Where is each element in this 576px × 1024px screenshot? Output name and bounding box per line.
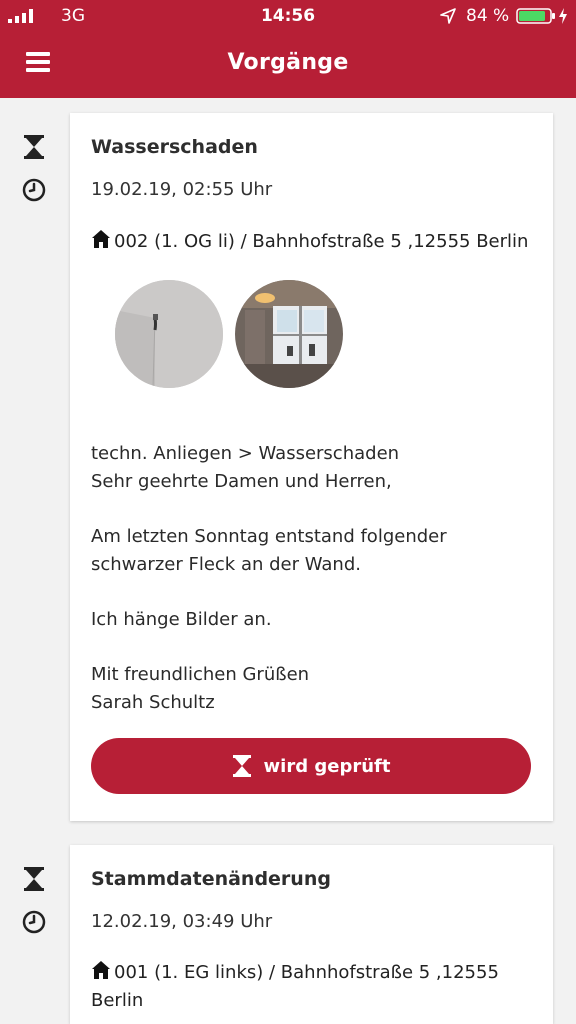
case-card[interactable]: Wasserschaden 19.02.19, 02:55 Uhr 002 (1…	[70, 113, 553, 821]
hourglass-icon	[232, 755, 251, 777]
message-body-line: schwarzer Fleck an der Wand.	[91, 554, 361, 575]
battery-icon	[516, 8, 555, 24]
clock-icon	[22, 178, 46, 202]
hourglass-icon	[24, 135, 44, 159]
status-button[interactable]: wird geprüft	[91, 738, 531, 794]
battery-percentage: 84 %	[466, 6, 510, 26]
case-date: 12.02.19, 03:49 Uhr	[91, 911, 273, 932]
location-arrow-icon	[440, 8, 456, 24]
message-body-line: Am letzten Sonntag entstand folgender	[91, 526, 447, 547]
case-card[interactable]: Stammdatenänderung 12.02.19, 03:49 Uhr 0…	[70, 845, 553, 1024]
case-title: Stammdatenänderung	[91, 868, 331, 890]
message-attachment-note: Ich hänge Bilder an.	[91, 609, 272, 630]
home-icon	[92, 230, 110, 248]
clock-icon	[22, 910, 46, 934]
case-date: 19.02.19, 02:55 Uhr	[91, 179, 273, 200]
status-label: wird geprüft	[263, 755, 391, 777]
case-address: 002 (1. OG li) / Bahnhofstraße 5 ,12555 …	[91, 228, 531, 256]
home-icon	[92, 961, 110, 979]
case-address: 001 (1. EG links) / Bahnhofstraße 5 ,125…	[91, 959, 531, 1015]
app-header: 3G 14:56 84 % Vorgänge	[0, 0, 576, 98]
case-address-text: 002 (1. OG li) / Bahnhofstraße 5 ,12555 …	[114, 231, 529, 252]
message-closing: Mit freundlichen Grüßen	[91, 664, 310, 685]
case-address-text: 001 (1. EG links) / Bahnhofstraße 5 ,125…	[114, 962, 499, 983]
case-category: techn. Anliegen > Wasserschaden	[91, 443, 400, 464]
photo-thumbnail[interactable]	[235, 280, 343, 388]
hourglass-icon	[24, 867, 44, 891]
wall-stain-photo	[115, 280, 223, 388]
message-greeting: Sehr geehrte Damen und Herren,	[91, 471, 392, 492]
case-address-text: Berlin	[91, 990, 144, 1011]
page-title: Vorgänge	[227, 50, 349, 75]
case-title: Wasserschaden	[91, 136, 258, 158]
charging-bolt-icon	[559, 8, 567, 24]
photo-thumbnail[interactable]	[115, 280, 223, 388]
room-window-photo	[235, 280, 343, 388]
status-bar: 3G 14:56 84 %	[0, 0, 576, 32]
message-signature: Sarah Schultz	[91, 692, 215, 713]
